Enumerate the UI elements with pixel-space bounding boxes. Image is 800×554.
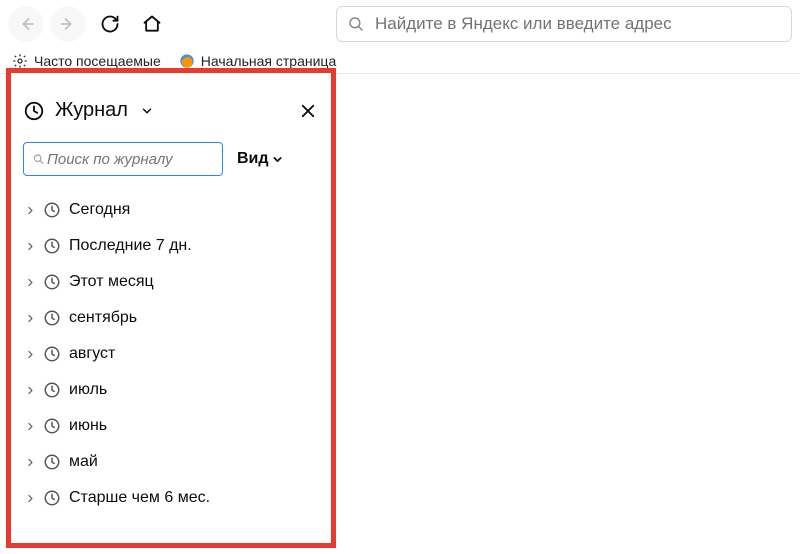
expand-icon[interactable] [25, 314, 35, 323]
history-period[interactable]: июль [23, 374, 319, 406]
chevron-down-icon [271, 153, 284, 166]
history-period[interactable]: сентябрь [23, 302, 319, 334]
sidebar-title-button[interactable]: Журнал [23, 99, 154, 122]
expand-icon[interactable] [25, 278, 35, 287]
history-period-label: август [69, 345, 115, 363]
history-period[interactable]: Этот месяц [23, 266, 319, 298]
sidebar-header: Журнал [23, 99, 319, 122]
chevron-down-icon [140, 104, 154, 118]
history-period[interactable]: май [23, 446, 319, 478]
clock-icon [43, 273, 61, 291]
history-period[interactable]: Последние 7 дн. [23, 230, 319, 262]
back-button[interactable] [8, 6, 44, 42]
history-period-label: июль [69, 381, 107, 399]
close-icon [299, 102, 317, 120]
clock-icon [43, 489, 61, 507]
history-period-label: Последние 7 дн. [69, 237, 192, 255]
history-period[interactable]: август [23, 338, 319, 370]
history-sidebar: Журнал Вид Сегодня Последние 7 дн. [6, 68, 336, 548]
firefox-icon [179, 53, 195, 69]
reload-button[interactable] [92, 6, 128, 42]
history-period-label: Этот месяц [69, 273, 154, 291]
expand-icon[interactable] [25, 422, 35, 431]
clock-icon [43, 453, 61, 471]
expand-icon[interactable] [25, 350, 35, 359]
clock-icon [43, 201, 61, 219]
expand-icon[interactable] [25, 206, 35, 215]
browser-toolbar: Найдите в Яндекс или введите адрес [0, 0, 800, 48]
history-search[interactable] [23, 142, 223, 176]
bookmark-frequent[interactable]: Часто посещаемые [12, 53, 161, 69]
sidebar-close-button[interactable] [297, 100, 319, 122]
history-period-label: сентябрь [69, 309, 137, 327]
arrow-right-icon [58, 14, 78, 34]
reload-icon [100, 14, 120, 34]
history-period-label: май [69, 453, 98, 471]
history-search-input[interactable] [45, 150, 214, 169]
search-icon [347, 15, 365, 33]
expand-icon[interactable] [25, 386, 35, 395]
view-label: Вид [237, 150, 269, 168]
bookmark-label: Начальная страница [201, 53, 336, 69]
clock-icon [43, 381, 61, 399]
gear-icon [12, 53, 28, 69]
expand-icon[interactable] [25, 494, 35, 503]
history-tree: Сегодня Последние 7 дн. Этот месяц сентя… [23, 194, 319, 514]
arrow-left-icon [16, 14, 36, 34]
history-period[interactable]: Старше чем 6 мес. [23, 482, 319, 514]
history-period-label: Старше чем 6 мес. [69, 489, 210, 507]
bookmark-start-page[interactable]: Начальная страница [179, 53, 336, 69]
expand-icon[interactable] [25, 458, 35, 467]
home-button[interactable] [134, 6, 170, 42]
history-period-label: Сегодня [69, 201, 130, 219]
view-menu-button[interactable]: Вид [237, 150, 284, 168]
history-period[interactable]: Сегодня [23, 194, 319, 226]
clock-icon [43, 309, 61, 327]
search-icon [32, 152, 45, 166]
sidebar-tools: Вид [23, 142, 319, 176]
clock-icon [43, 417, 61, 435]
url-placeholder: Найдите в Яндекс или введите адрес [375, 14, 672, 34]
history-period[interactable]: июнь [23, 410, 319, 442]
home-icon [142, 14, 162, 34]
url-bar[interactable]: Найдите в Яндекс или введите адрес [336, 6, 792, 42]
clock-icon [43, 237, 61, 255]
expand-icon[interactable] [25, 242, 35, 251]
forward-button[interactable] [50, 6, 86, 42]
clock-icon [43, 345, 61, 363]
history-icon [23, 100, 45, 122]
history-period-label: июнь [69, 417, 107, 435]
bookmark-label: Часто посещаемые [34, 53, 161, 69]
sidebar-title-text: Журнал [55, 99, 128, 122]
